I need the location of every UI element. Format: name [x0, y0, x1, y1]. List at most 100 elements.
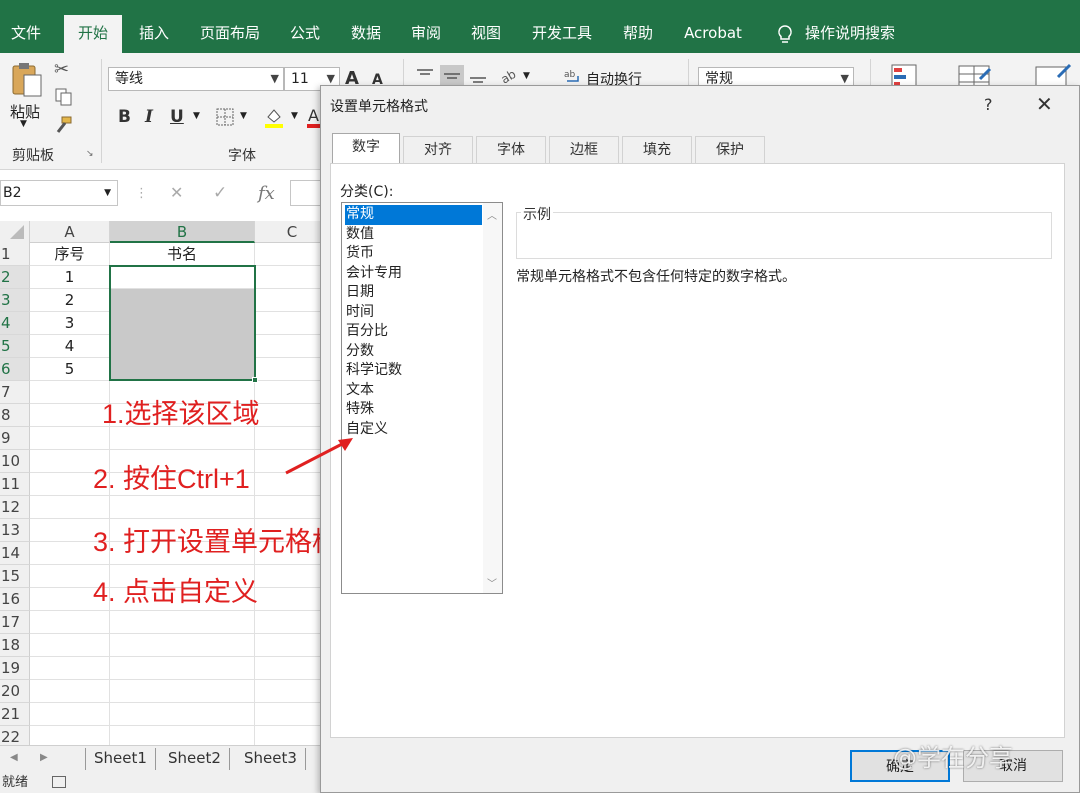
tab-acrobat[interactable]: Acrobat — [675, 17, 751, 53]
select-all-button[interactable] — [0, 221, 30, 243]
enter-icon[interactable]: ✓ — [213, 183, 227, 203]
sheet-scroll-right-icon[interactable]: ▶ — [40, 752, 48, 763]
cancel-icon[interactable]: ✕ — [170, 183, 183, 202]
row-header[interactable]: 9 — [0, 427, 30, 450]
sheet-tab-sheet2[interactable]: Sheet2 — [160, 748, 230, 770]
tab-developer[interactable]: 开发工具 — [522, 17, 602, 53]
cell-a1[interactable]: 序号 — [30, 243, 110, 266]
column-header-a[interactable]: A — [30, 221, 110, 243]
sheet-tab-sheet1[interactable]: Sheet1 — [85, 748, 156, 770]
tab-file[interactable]: 文件 — [0, 17, 52, 53]
category-item-number[interactable]: 数值 — [345, 225, 482, 245]
borders-dropdown-icon[interactable]: ▼ — [240, 111, 247, 121]
scroll-up-icon[interactable]: ︿ — [487, 207, 497, 222]
row-header[interactable]: 10 — [0, 450, 30, 473]
orientation-icon[interactable]: ab — [498, 67, 520, 87]
row-header[interactable]: 20 — [0, 680, 30, 703]
tab-data[interactable]: 数据 — [340, 17, 392, 53]
row-header[interactable]: 19 — [0, 657, 30, 680]
column-header-b[interactable]: B — [110, 221, 255, 243]
row-header[interactable]: 5 — [0, 335, 30, 358]
cell-a5[interactable]: 4 — [30, 335, 110, 358]
font-name-combo[interactable]: 等线 ▼ — [108, 67, 284, 91]
category-item-general[interactable]: 常规 — [345, 205, 482, 225]
row-header[interactable]: 7 — [0, 381, 30, 404]
category-item-scientific[interactable]: 科学记数 — [345, 361, 482, 381]
fill-color-icon[interactable] — [262, 105, 286, 129]
tab-number[interactable]: 数字 — [332, 133, 400, 164]
category-item-accounting[interactable]: 会计专用 — [345, 264, 482, 284]
tell-me-search[interactable]: 操作说明搜索 — [800, 17, 900, 53]
category-item-fraction[interactable]: 分数 — [345, 342, 482, 362]
italic-button[interactable]: I — [145, 107, 153, 127]
insert-function-button[interactable]: fx — [258, 183, 275, 204]
row-header[interactable]: 2 — [0, 266, 30, 289]
tab-help[interactable]: 帮助 — [612, 17, 664, 53]
name-box[interactable]: B2 ▼ — [0, 180, 118, 206]
chevron-down-icon[interactable]: ▼ — [104, 181, 111, 205]
tab-border[interactable]: 边框 — [549, 136, 619, 163]
tab-font[interactable]: 字体 — [476, 136, 546, 163]
tab-protection[interactable]: 保护 — [695, 136, 765, 163]
underline-dropdown-icon[interactable]: ▼ — [193, 111, 200, 121]
cell-a6[interactable]: 5 — [30, 358, 110, 381]
row-header[interactable]: 15 — [0, 565, 30, 588]
category-scrollbar[interactable]: ︿ ﹀ — [483, 203, 502, 593]
row-header[interactable]: 13 — [0, 519, 30, 542]
font-color-icon[interactable]: A — [307, 105, 321, 129]
fill-handle[interactable] — [252, 377, 258, 383]
row-header[interactable]: 11 — [0, 473, 30, 496]
category-item-time[interactable]: 时间 — [345, 303, 482, 323]
cell-a3[interactable]: 2 — [30, 289, 110, 312]
row-header[interactable]: 14 — [0, 542, 30, 565]
cell-a4[interactable]: 3 — [30, 312, 110, 335]
paste-dropdown-icon[interactable]: ▼ — [20, 119, 27, 129]
copy-icon[interactable] — [54, 87, 72, 106]
format-painter-icon[interactable] — [54, 115, 74, 135]
fill-color-dropdown-icon[interactable]: ▼ — [291, 111, 298, 121]
tab-formulas[interactable]: 公式 — [280, 17, 330, 53]
category-item-text[interactable]: 文本 — [345, 381, 482, 401]
paste-icon[interactable] — [10, 61, 44, 99]
wrap-text-icon[interactable]: ab — [564, 67, 582, 85]
help-button[interactable]: ? — [984, 95, 993, 114]
cell-a2[interactable]: 1 — [30, 266, 110, 289]
row-header[interactable]: 8 — [0, 404, 30, 427]
close-icon[interactable]: ✕ — [1036, 92, 1053, 116]
cell-b1[interactable]: 书名 — [110, 243, 255, 266]
cut-icon[interactable]: ✂ — [54, 59, 69, 80]
category-item-special[interactable]: 特殊 — [345, 400, 482, 420]
align-middle-icon[interactable] — [440, 65, 464, 87]
row-header[interactable]: 6 — [0, 358, 30, 381]
row-header[interactable]: 4 — [0, 312, 30, 335]
align-bottom-icon[interactable] — [468, 67, 488, 85]
orientation-dropdown-icon[interactable]: ▼ — [523, 71, 530, 81]
bold-button[interactable]: B — [118, 107, 131, 127]
borders-icon[interactable] — [216, 108, 236, 126]
column-header-c[interactable]: C — [255, 221, 330, 243]
clipboard-launcher-icon[interactable]: ↘ — [86, 149, 94, 159]
underline-button[interactable]: U — [170, 107, 184, 127]
scroll-down-icon[interactable]: ﹀ — [487, 575, 497, 590]
macro-record-icon[interactable] — [52, 776, 66, 788]
row-header[interactable]: 21 — [0, 703, 30, 726]
formula-options-icon[interactable]: ⋮ — [135, 186, 148, 201]
row-header[interactable]: 18 — [0, 634, 30, 657]
tab-view[interactable]: 视图 — [460, 17, 512, 53]
category-item-custom[interactable]: 自定义 — [345, 420, 482, 440]
tab-alignment[interactable]: 对齐 — [403, 136, 473, 163]
row-header[interactable]: 17 — [0, 611, 30, 634]
align-top-icon[interactable] — [415, 67, 435, 85]
row-header[interactable]: 12 — [0, 496, 30, 519]
tab-insert[interactable]: 插入 — [126, 17, 182, 53]
category-item-currency[interactable]: 货币 — [345, 244, 482, 264]
selection-range-b2-b6[interactable] — [109, 265, 256, 381]
row-header[interactable]: 3 — [0, 289, 30, 312]
row-header[interactable]: 1 — [0, 243, 30, 266]
sheet-tab-sheet3[interactable]: Sheet3 — [236, 748, 306, 770]
tab-page-layout[interactable]: 页面布局 — [190, 17, 270, 53]
lightbulb-icon[interactable] — [770, 17, 800, 53]
tab-home[interactable]: 开始 — [64, 15, 122, 53]
category-list[interactable]: 常规 数值 货币 会计专用 日期 时间 百分比 分数 科学记数 文本 特殊 自定… — [341, 202, 503, 594]
sheet-scroll-left-icon[interactable]: ◀ — [10, 752, 18, 763]
